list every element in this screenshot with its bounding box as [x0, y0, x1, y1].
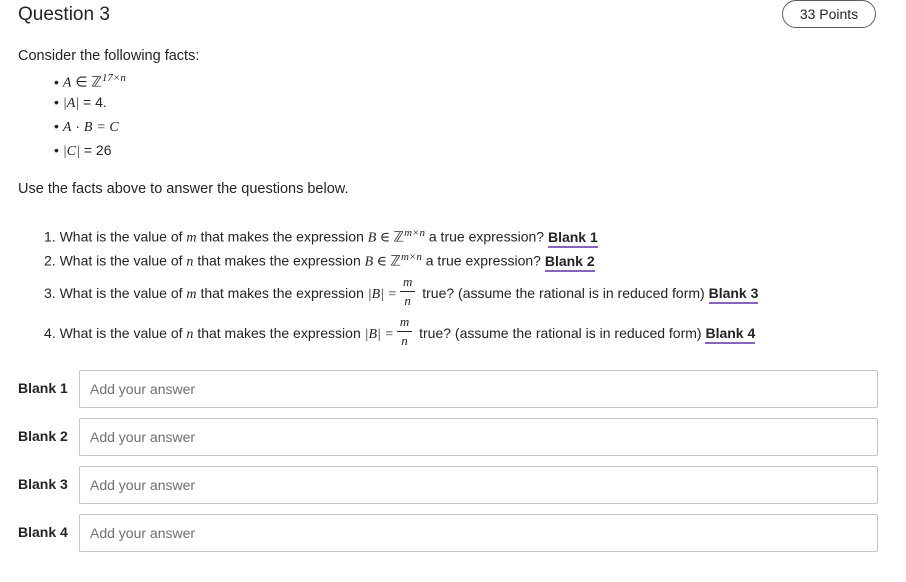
blank-2-link[interactable]: Blank 2 [544, 252, 595, 272]
blank-4-link[interactable]: Blank 4 [705, 325, 756, 345]
answer-row-4: Blank 4 [18, 514, 878, 552]
intro-text: Consider the following facts: [18, 48, 200, 64]
answer-row-2: Blank 2 [18, 418, 878, 456]
question-3: 3. What is the value of m that makes the… [44, 274, 759, 308]
blank-3-label: Blank 3 [18, 476, 68, 492]
fact-1: • A ∈ ℤ17×n [54, 72, 126, 91]
question-2: 2. What is the value of n that makes the… [44, 251, 595, 272]
points-badge: 33 Points [782, 0, 876, 28]
blank-3-link[interactable]: Blank 3 [708, 285, 759, 305]
instructions-text: Use the facts above to answer the questi… [18, 181, 349, 197]
fact-2: • |A| = 4. [54, 94, 107, 111]
question-title: Question 3 [18, 4, 110, 25]
fact-4: • |C| = 26 [54, 142, 112, 159]
question-4: 4. What is the value of n that makes the… [44, 314, 756, 348]
answer-row-1: Blank 1 [18, 370, 878, 408]
answer-row-3: Blank 3 [18, 466, 878, 504]
blank-1-input[interactable] [79, 370, 878, 408]
fact-3: • A · B = C [54, 118, 119, 135]
blank-4-input[interactable] [79, 514, 878, 552]
facts-list: • A ∈ ℤ17×n • |A| = 4. • A · B = C • |C| = 2… [54, 66, 126, 162]
fraction-m-over-n: mn [396, 315, 413, 348]
question-1: 1. What is the value of m that makes the… [44, 227, 598, 248]
blank-4-label: Blank 4 [18, 524, 68, 540]
blank-2-label: Blank 2 [18, 428, 68, 444]
blank-1-link[interactable]: Blank 1 [547, 228, 598, 248]
blank-3-input[interactable] [79, 466, 878, 504]
blank-1-label: Blank 1 [18, 380, 68, 396]
blank-2-input[interactable] [79, 418, 878, 456]
fraction-m-over-n: mn [399, 275, 416, 308]
